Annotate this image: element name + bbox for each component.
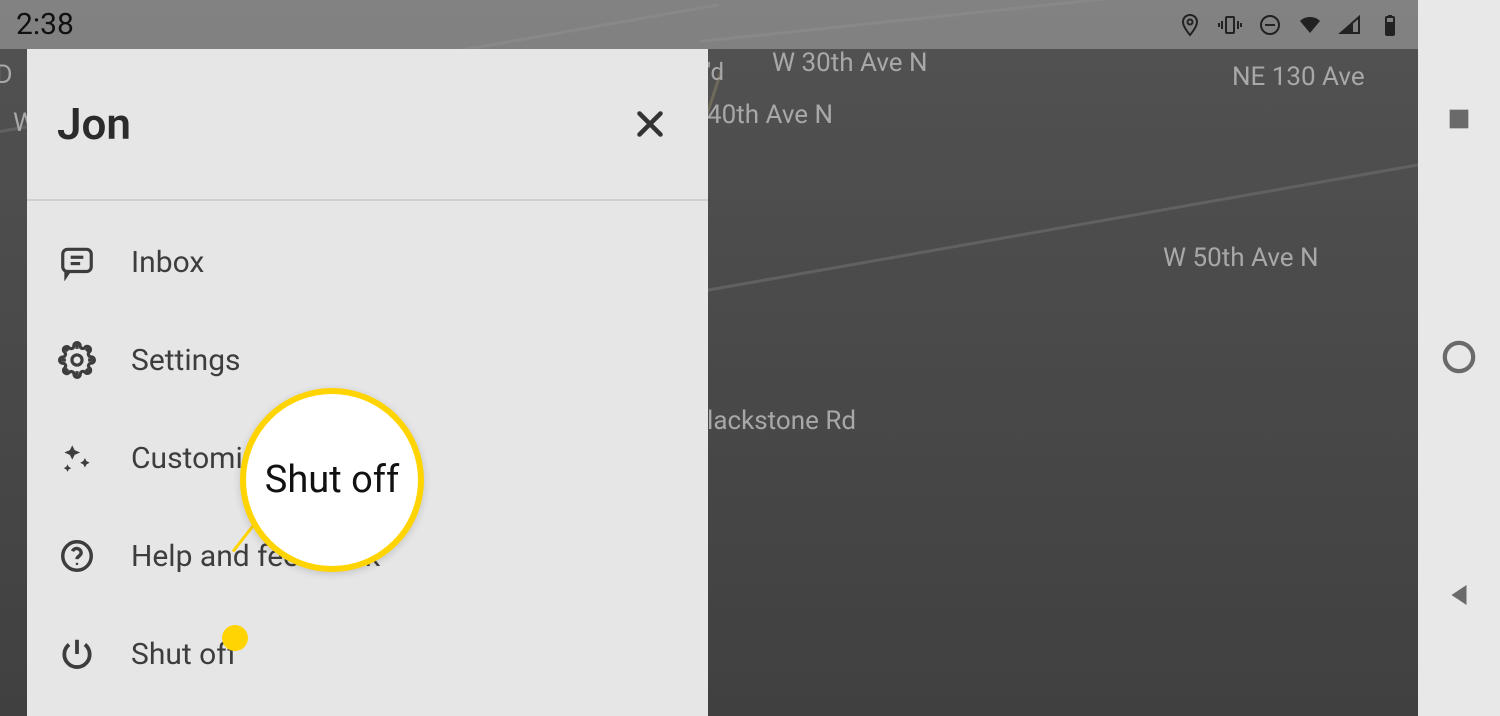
callout-text: Shut off [265,458,399,502]
recents-button[interactable] [1418,0,1500,238]
close-button[interactable] [626,100,674,148]
callout-highlight: Shut off [240,388,424,572]
power-icon [57,634,97,674]
back-button[interactable] [1418,476,1500,714]
status-icons [1178,13,1402,37]
map-label: 'd [707,58,724,86]
map-label: W 30th Ave N [772,48,928,78]
battery-icon [1378,13,1402,37]
close-icon [632,106,668,142]
home-button[interactable] [1418,238,1500,476]
help-icon [57,536,97,576]
signal-icon [1338,13,1362,37]
drawer-header: Jon [27,49,708,201]
circle-icon [1442,340,1476,374]
wifi-icon [1298,13,1322,37]
menu-item-label: Shut off [131,637,237,672]
map-label: NE 130 Ave [1232,62,1365,92]
map-label: lackstone Rd [707,406,856,436]
road-line [700,163,1418,293]
android-nav-bar [1418,0,1500,716]
menu-item-shutoff[interactable]: Shut off [27,605,708,703]
menu-item-label: Inbox [131,245,204,280]
phone-screen: I D W W 30th Ave N 40th Ave N NE 130 Ave… [0,0,1418,716]
drawer-title: Jon [57,98,131,150]
back-triangle-icon [1444,580,1474,610]
map-label: I D [0,60,13,90]
location-icon [1178,13,1202,37]
vibrate-icon [1218,13,1242,37]
navigation-drawer: Jon Inbox Settings [27,49,708,716]
map-label: W 50th Ave N [1163,243,1319,273]
dnd-icon [1258,13,1282,37]
square-icon [1445,105,1473,133]
sparkle-icon [57,438,97,478]
inbox-icon [57,242,97,282]
menu-item-label: Settings [131,343,241,378]
viewport: I D W W 30th Ave N 40th Ave N NE 130 Ave… [0,0,1500,716]
status-time: 2:38 [16,7,74,42]
callout-anchor-dot [222,625,248,651]
menu-item-inbox[interactable]: Inbox [27,213,708,311]
gear-icon [57,340,97,380]
map-label: 40th Ave N [707,100,833,130]
status-bar: 2:38 [0,0,1418,49]
